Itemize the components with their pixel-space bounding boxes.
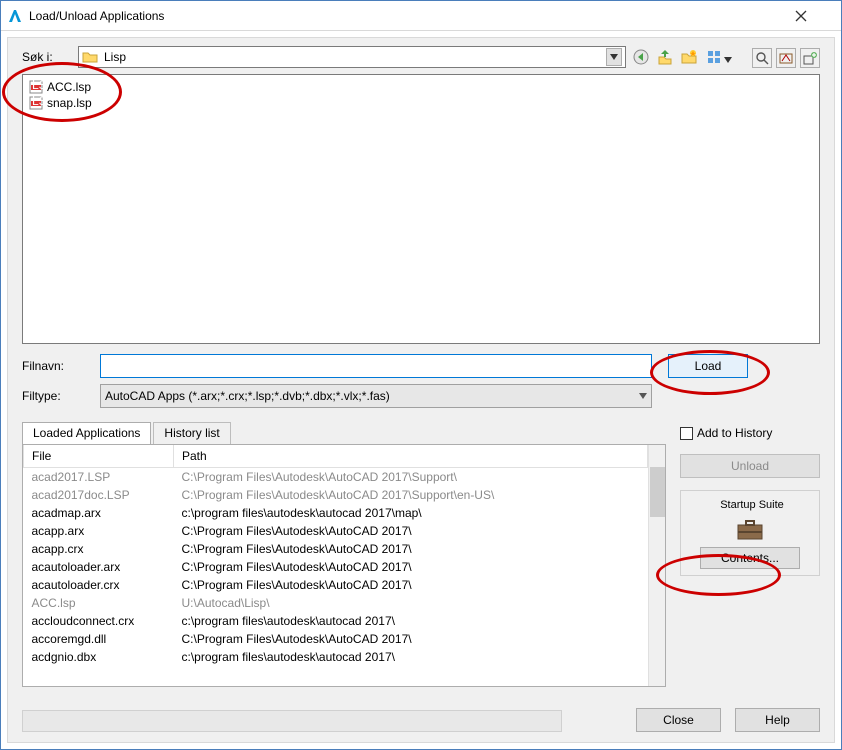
table-row[interactable]: acad2017.LSPC:\Program Files\Autodesk\Au…: [24, 468, 648, 487]
cell-file: acdgnio.dbx: [24, 648, 174, 666]
window-title: Load/Unload Applications: [29, 9, 795, 23]
back-icon[interactable]: [632, 48, 650, 66]
cell-path: C:\Program Files\Autodesk\AutoCAD 2017\: [174, 630, 648, 648]
help-button[interactable]: Help: [735, 708, 820, 732]
autocad-tool-icon[interactable]: [776, 48, 796, 68]
loaded-apps-table: File Path acad2017.LSPC:\Program Files\A…: [22, 444, 666, 687]
cell-file: acautoloader.arx: [24, 558, 174, 576]
svg-text:LSP: LSP: [32, 80, 43, 92]
filetype-select[interactable]: AutoCAD Apps (*.arx;*.crx;*.lsp;*.dvb;*.…: [100, 384, 652, 408]
lower-area: Loaded Applications History list File Pa…: [22, 422, 820, 687]
table-row[interactable]: acautoloader.arxC:\Program Files\Autodes…: [24, 558, 648, 576]
filename-label: Filnavn:: [22, 359, 100, 373]
table-row[interactable]: acad2017doc.LSPC:\Program Files\Autodesk…: [24, 486, 648, 504]
filetype-value: AutoCAD Apps (*.arx;*.crx;*.lsp;*.dvb;*.…: [105, 389, 390, 403]
svg-text:LSP: LSP: [32, 96, 43, 108]
tab-strip: Loaded Applications History list: [22, 422, 666, 444]
chevron-down-icon: [639, 393, 647, 399]
table-row[interactable]: accloudconnect.crxc:\program files\autod…: [24, 612, 648, 630]
cell-path: C:\Program Files\Autodesk\AutoCAD 2017\: [174, 558, 648, 576]
bottom-buttons: Close Help: [636, 708, 820, 732]
contents-button[interactable]: Contents...: [700, 547, 800, 569]
table-row[interactable]: accoremgd.dllC:\Program Files\Autodesk\A…: [24, 630, 648, 648]
close-icon[interactable]: [795, 10, 835, 22]
table-row[interactable]: acadmap.arxc:\program files\autodesk\aut…: [24, 504, 648, 522]
tabs-area: Loaded Applications History list File Pa…: [22, 422, 666, 687]
cell-path: c:\program files\autodesk\autocad 2017\: [174, 612, 648, 630]
look-in-combo[interactable]: Lisp: [78, 46, 626, 68]
cell-path: C:\Program Files\Autodesk\AutoCAD 2017\: [174, 540, 648, 558]
lsp-file-icon: LSP: [29, 80, 43, 94]
col-header-file[interactable]: File: [24, 445, 174, 468]
table-row[interactable]: ACC.lspU:\Autocad\Lisp\: [24, 594, 648, 612]
cell-file: accoremgd.dll: [24, 630, 174, 648]
cell-file: acad2017.LSP: [24, 468, 174, 487]
look-in-row: Søk i: Lisp: [22, 46, 820, 68]
file-name: snap.lsp: [47, 96, 92, 110]
cell-path: C:\Program Files\Autodesk\AutoCAD 2017\: [174, 576, 648, 594]
chevron-down-icon[interactable]: [606, 48, 622, 66]
cell-file: acapp.crx: [24, 540, 174, 558]
lsp-file-icon: LSP: [29, 96, 43, 110]
cell-file: acad2017doc.LSP: [24, 486, 174, 504]
titlebar: Load/Unload Applications: [1, 1, 841, 31]
scroll-thumb[interactable]: [650, 467, 665, 517]
right-column: Add to History Unload Startup Suite Cont…: [680, 422, 820, 687]
file-item[interactable]: LSP snap.lsp: [29, 95, 813, 111]
table-row[interactable]: acdgnio.dbxc:\program files\autodesk\aut…: [24, 648, 648, 666]
autodesk-app-icon: [7, 8, 23, 24]
startup-suite-label: Startup Suite: [716, 499, 788, 511]
look-in-value: Lisp: [102, 50, 606, 64]
cell-path: C:\Program Files\Autodesk\AutoCAD 2017\S…: [174, 486, 648, 504]
status-bar: [22, 710, 562, 732]
cell-path: U:\Autocad\Lisp\: [174, 594, 648, 612]
cell-file: accloudconnect.crx: [24, 612, 174, 630]
cell-file: acautoloader.crx: [24, 576, 174, 594]
table-row[interactable]: acapp.crxC:\Program Files\Autodesk\AutoC…: [24, 540, 648, 558]
tab-history-list[interactable]: History list: [153, 422, 230, 444]
cell-path: C:\Program Files\Autodesk\AutoCAD 2017\: [174, 522, 648, 540]
views-icon[interactable]: [704, 48, 734, 66]
briefcase-icon: [736, 519, 764, 541]
add-to-history-checkbox[interactable]: [680, 427, 693, 440]
search-tool-icon[interactable]: [752, 48, 772, 68]
tool-icons-group: [752, 48, 820, 68]
col-header-path[interactable]: Path: [174, 445, 648, 468]
up-icon[interactable]: [656, 48, 674, 66]
add-to-box-icon[interactable]: [800, 48, 820, 68]
add-to-history-row[interactable]: Add to History: [680, 426, 820, 440]
table-row[interactable]: acapp.arxC:\Program Files\Autodesk\AutoC…: [24, 522, 648, 540]
tab-loaded-apps[interactable]: Loaded Applications: [22, 422, 151, 444]
content-panel: Søk i: Lisp: [7, 37, 835, 743]
nav-icons-group: [632, 48, 734, 66]
cell-path: c:\program files\autodesk\autocad 2017\: [174, 648, 648, 666]
cell-file: acadmap.arx: [24, 504, 174, 522]
unload-button[interactable]: Unload: [680, 454, 820, 478]
folder-icon: [82, 49, 98, 65]
add-to-history-label: Add to History: [697, 426, 772, 440]
table-row[interactable]: acautoloader.crxC:\Program Files\Autodes…: [24, 576, 648, 594]
filetype-label: Filtype:: [22, 389, 100, 403]
file-name: ACC.lsp: [47, 80, 91, 94]
look-in-label: Søk i:: [22, 50, 78, 64]
close-button[interactable]: Close: [636, 708, 721, 732]
cell-file: acapp.arx: [24, 522, 174, 540]
new-folder-icon[interactable]: [680, 48, 698, 66]
file-list-area[interactable]: LSP ACC.lsp LSP snap.lsp: [22, 74, 820, 344]
load-unload-dialog: Load/Unload Applications Søk i:: [0, 0, 842, 750]
filename-input[interactable]: [100, 354, 652, 378]
cell-file: ACC.lsp: [24, 594, 174, 612]
startup-suite-group: Startup Suite Contents...: [680, 490, 820, 576]
cell-path: c:\program files\autodesk\autocad 2017\m…: [174, 504, 648, 522]
scrollbar[interactable]: [648, 445, 665, 686]
load-button[interactable]: Load: [668, 354, 748, 378]
file-item[interactable]: LSP ACC.lsp: [29, 79, 813, 95]
filetype-row: Filtype: AutoCAD Apps (*.arx;*.crx;*.lsp…: [22, 384, 820, 408]
cell-path: C:\Program Files\Autodesk\AutoCAD 2017\S…: [174, 468, 648, 487]
filename-row: Filnavn: Load: [22, 354, 820, 378]
